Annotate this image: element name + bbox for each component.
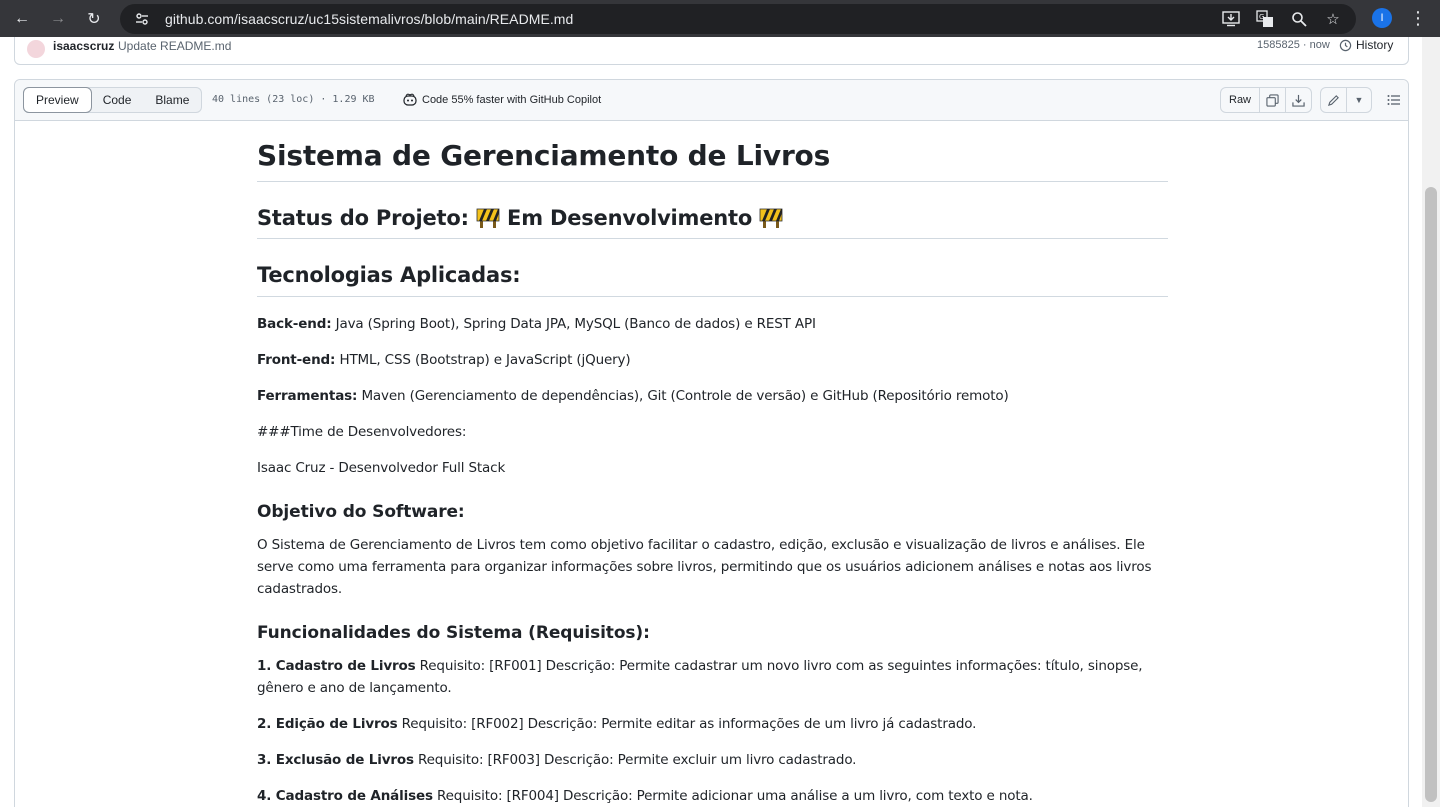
tab-preview[interactable]: Preview	[23, 87, 92, 113]
raw-copy-download-group: Raw	[1220, 87, 1313, 113]
status-text: Em Desenvolvimento	[507, 206, 753, 230]
commit-message[interactable]: Update README.md	[118, 39, 231, 53]
edit-button[interactable]	[1321, 88, 1348, 112]
install-app-icon[interactable]	[1220, 8, 1242, 30]
copy-icon	[1266, 93, 1279, 107]
list-unordered-icon	[1387, 95, 1401, 105]
zoom-icon[interactable]	[1288, 8, 1310, 30]
file-info: 40 lines (23 loc) · 1.29 KB	[212, 94, 375, 105]
download-button[interactable]	[1286, 88, 1311, 112]
feature-text: Requisito: [RF004] Descrição: Permite ad…	[432, 788, 1033, 804]
raw-button[interactable]: Raw	[1221, 88, 1261, 112]
readme-body: Sistema de Gerenciamento de Livros Statu…	[257, 138, 1168, 807]
browser-toolbar: ← → ↻ github.com/isaacscruz/uc15sistemal…	[0, 0, 1440, 37]
url-text[interactable]: github.com/isaacscruz/uc15sistemalivros/…	[165, 11, 573, 27]
feature-item: 1. Cadastro de Livros Requisito: [RF001]…	[257, 655, 1168, 699]
construction-icon	[476, 208, 500, 228]
page-scrollbar[interactable]	[1422, 37, 1440, 807]
frontend-paragraph: Front-end: HTML, CSS (Bootstrap) e JavaS…	[257, 349, 1168, 371]
copilot-icon	[403, 93, 417, 106]
file-header: Preview Code Blame 40 lines (23 loc) · 1…	[15, 80, 1408, 121]
status-heading: Status do Projeto: Em Desenvolvimento	[257, 205, 1168, 240]
backend-paragraph: Back-end: Java (Spring Boot), Spring Dat…	[257, 313, 1168, 335]
outline-toggle-button[interactable]	[1380, 87, 1408, 113]
forward-icon[interactable]: →	[40, 0, 76, 37]
translate-icon[interactable]: G	[1254, 8, 1276, 30]
reload-icon[interactable]: ↻	[76, 0, 112, 37]
history-icon	[1339, 39, 1352, 51]
copilot-label: Code 55% faster with GitHub Copilot	[422, 93, 602, 106]
site-settings-icon[interactable]	[132, 9, 152, 29]
feature-label: 2. Edição de Livros	[257, 716, 398, 732]
page-content: isaacscruz Update README.md 1585825 · no…	[0, 37, 1422, 807]
latest-commit-bar: isaacscruz Update README.md 1585825 · no…	[14, 37, 1409, 65]
tab-code[interactable]: Code	[91, 88, 144, 112]
tab-blame[interactable]: Blame	[143, 88, 201, 112]
browser-menu-icon[interactable]: ⋮	[1408, 0, 1428, 37]
commit-sha[interactable]: 1585825 · now	[1257, 39, 1330, 51]
svg-text:G: G	[1259, 13, 1264, 21]
file-viewer: Preview Code Blame 40 lines (23 loc) · 1…	[14, 79, 1409, 807]
scrollbar-thumb[interactable]	[1425, 187, 1437, 802]
features-heading: Funcionalidades do Sistema (Requisitos):	[257, 622, 650, 643]
feature-label: 1. Cadastro de Livros	[257, 658, 416, 674]
address-bar[interactable]: github.com/isaacscruz/uc15sistemalivros/…	[120, 4, 1356, 34]
readme-title: Sistema de Gerenciamento de Livros	[257, 138, 1168, 182]
objective-heading: Objetivo do Software:	[257, 501, 465, 522]
history-label: History	[1356, 38, 1394, 52]
view-mode-tabs: Preview Code Blame	[23, 87, 203, 113]
avatar[interactable]	[27, 40, 45, 58]
tools-paragraph: Ferramentas: Maven (Gerenciamento de dep…	[257, 385, 1168, 407]
edit-dropdown-button[interactable]: ▼	[1347, 88, 1371, 112]
history-link[interactable]: History	[1339, 38, 1393, 52]
feature-text: Requisito: [RF002] Descrição: Permite ed…	[397, 716, 977, 732]
team-member: Isaac Cruz - Desenvolvedor Full Stack	[257, 459, 506, 476]
pencil-icon	[1327, 94, 1339, 106]
edit-group: ▼	[1320, 87, 1373, 113]
tech-heading: Tecnologias Aplicadas:	[257, 262, 1168, 297]
feature-item: 4. Cadastro de Análises Requisito: [RF00…	[257, 785, 1168, 807]
feature-item: 2. Edição de Livros Requisito: [RF002] D…	[257, 713, 1168, 735]
feature-label: 3. Exclusão de Livros	[257, 752, 414, 768]
feature-label: 4. Cadastro de Análises	[257, 788, 433, 804]
tools-label: Ferramentas:	[257, 387, 358, 404]
commit-author[interactable]: isaacscruz	[53, 39, 114, 53]
tools-text: Maven (Gerenciamento de dependências), G…	[357, 387, 1009, 404]
feature-text: Requisito: [RF003] Descrição: Permite ex…	[413, 752, 857, 768]
team-heading-raw: ###Time de Desenvolvedores:	[257, 423, 467, 440]
copy-raw-button[interactable]	[1260, 88, 1287, 112]
copilot-link[interactable]: Code 55% faster with GitHub Copilot	[403, 93, 601, 106]
download-icon	[1292, 94, 1305, 107]
file-actions: Raw ▼	[1220, 87, 1408, 113]
backend-label: Back-end:	[257, 315, 332, 332]
bookmark-star-icon[interactable]: ☆	[1322, 8, 1344, 30]
profile-avatar[interactable]: I	[1372, 8, 1392, 28]
backend-text: Java (Spring Boot), Spring Data JPA, MyS…	[331, 315, 816, 332]
caret-down-icon: ▼	[1354, 95, 1364, 105]
back-icon[interactable]: ←	[4, 0, 40, 37]
objective-text: O Sistema de Gerenciamento de Livros tem…	[257, 536, 1152, 597]
frontend-label: Front-end:	[257, 351, 336, 368]
feature-item: 3. Exclusão de Livros Requisito: [RF003]…	[257, 749, 1168, 771]
construction-icon	[759, 208, 783, 228]
frontend-text: HTML, CSS (Bootstrap) e JavaScript (jQue…	[335, 351, 631, 368]
status-heading-label: Status do Projeto:	[257, 206, 469, 230]
